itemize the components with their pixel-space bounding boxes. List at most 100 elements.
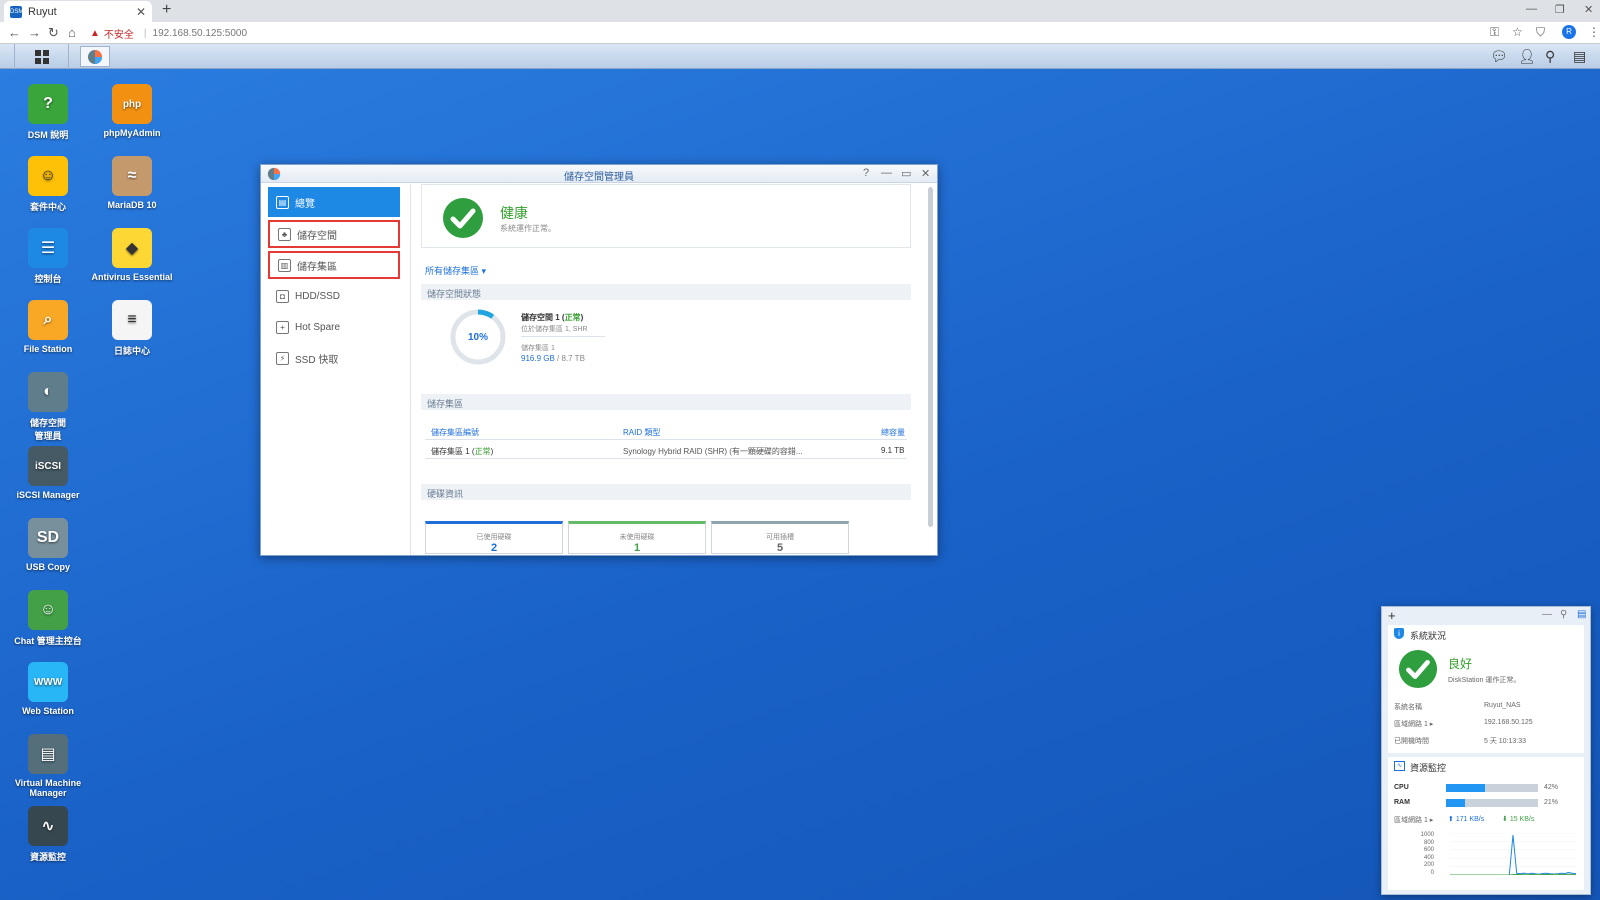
disk-icon: ◘ bbox=[276, 289, 289, 303]
sidebar-item-ssd-cache[interactable]: ⚡ SSD 快取 bbox=[268, 344, 400, 372]
content-scrollbar[interactable] bbox=[928, 187, 933, 527]
menu-dots-icon[interactable]: ⋮ bbox=[1588, 25, 1600, 39]
ram-percent: 21% bbox=[1544, 799, 1559, 806]
extension-icon[interactable]: ⛉ bbox=[1536, 25, 1545, 40]
desktop-icon-label: File Station bbox=[23, 344, 73, 354]
widget-settings-icon[interactable]: ▤ bbox=[1577, 609, 1586, 620]
storage-pool-header: 儲存集區 bbox=[421, 394, 911, 410]
help-icon[interactable]: ? bbox=[863, 167, 869, 179]
volume-used: 916.9 GB bbox=[521, 354, 555, 363]
forward-icon[interactable]: → bbox=[28, 25, 41, 40]
desktop-icon-dsm-help[interactable]: ? DSM 說明 bbox=[6, 84, 90, 141]
sidebar-item-storage-pool[interactable]: ▥ 儲存集區 bbox=[268, 251, 400, 279]
back-icon[interactable]: ← bbox=[8, 25, 21, 40]
desktop-icon-file-station[interactable]: ⌕ File Station bbox=[6, 300, 90, 354]
browser-tab[interactable]: DSM Ruyut ✕ bbox=[4, 1, 152, 22]
new-tab-button[interactable]: + bbox=[162, 1, 171, 19]
address-bar-row: ← → ↻ ⌂ ▲ 不安全 | 192.168.50.125:5000 ⚿ ☆ … bbox=[0, 22, 1600, 44]
desktop-icon-package-center[interactable]: ☺ 套件中心 bbox=[6, 156, 90, 213]
star-icon[interactable]: ☆ bbox=[1512, 25, 1523, 39]
close-icon[interactable]: ✕ bbox=[921, 167, 930, 180]
table-header-capacity[interactable]: 總容量 bbox=[881, 427, 905, 438]
usb-copy-icon: SD bbox=[28, 518, 68, 558]
add-widget-button[interactable]: + bbox=[1388, 608, 1396, 623]
divider bbox=[425, 439, 907, 440]
desktop-icon-web-station[interactable]: WWW Web Station bbox=[6, 662, 90, 716]
row-label: 系統名稱 bbox=[1394, 704, 1422, 711]
desktop-icon-control-panel[interactable]: ☰ 控制台 bbox=[6, 228, 90, 285]
storage-manager-icon bbox=[88, 49, 102, 64]
cpu-label: CPU bbox=[1394, 784, 1409, 791]
pool-filter-dropdown[interactable]: 所有儲存集區 ▾ bbox=[425, 264, 486, 277]
desktop-icon-iscsi[interactable]: iSCSI iSCSI Manager bbox=[6, 446, 90, 500]
desktop-icon-antivirus[interactable]: ◆ Antivirus Essential bbox=[90, 228, 174, 282]
desktop-icon-label: 套件中心 bbox=[29, 202, 66, 212]
table-header-pool-id[interactable]: 儲存集區編號 bbox=[431, 427, 479, 438]
storage-manager-window[interactable]: 儲存空間管理員 ? — ▭ ✕ ▤ 總覽 ♣ 儲存空間 ▥ 儲存集區 ◘ HDD/SSD… bbox=[260, 164, 938, 556]
pin-icon[interactable]: ⚲ bbox=[1560, 609, 1567, 620]
browser-tab-bar: DSM Ruyut ✕ + — ❐ ✕ bbox=[0, 0, 1600, 22]
unused-disks-box: 未使用硬碟 1 bbox=[568, 521, 706, 554]
sidebar-item-volume[interactable]: ♣ 儲存空間 bbox=[268, 220, 400, 248]
taskbar-storage-manager-button[interactable] bbox=[80, 46, 110, 67]
restore-window-icon[interactable]: ❐ bbox=[1555, 3, 1565, 16]
iscsi-icon: iSCSI bbox=[28, 446, 68, 486]
row-value: Ruyut_NAS bbox=[1484, 702, 1521, 709]
window-titlebar[interactable]: 儲存空間管理員 ? — ▭ ✕ bbox=[261, 165, 937, 183]
url-field[interactable]: ▲ 不安全 | 192.168.50.125:5000 bbox=[90, 24, 247, 42]
desktop-icon-label: Manager bbox=[29, 788, 67, 798]
desktop-icon-label: iSCSI Manager bbox=[16, 490, 80, 500]
desktop-icon-label: 管理員 bbox=[34, 431, 62, 441]
key-icon[interactable]: ⚿ bbox=[1490, 25, 1499, 40]
desktop-icon-label: USB Copy bbox=[25, 562, 70, 572]
raid-type-cell: Synology Hybrid RAID (SHR) (有一顆硬碟的容錯... bbox=[623, 447, 803, 456]
arrow-down-icon: ⬇ bbox=[1502, 816, 1508, 823]
widgets-icon[interactable]: ▤ bbox=[1573, 48, 1586, 65]
chevron-down-icon: ▾ bbox=[481, 266, 487, 276]
desktop-icon-storage-manager[interactable]: ◐ 儲存空間 管理員 bbox=[6, 372, 90, 442]
maximize-icon[interactable]: ▭ bbox=[901, 167, 911, 180]
close-window-icon[interactable]: ✕ bbox=[1584, 3, 1593, 16]
desktop-icon-label: 儲存空間 bbox=[29, 418, 66, 428]
row-label: 區域網路 1 ▸ bbox=[1394, 721, 1434, 728]
volume-pool-label: 儲存集區 1 bbox=[521, 345, 555, 352]
system-widget: + — ⚲ ▤ i 系統狀況 良好 DiskStation 運作正常。 系統名稱… bbox=[1381, 606, 1591, 895]
sidebar-item-overview[interactable]: ▤ 總覽 bbox=[268, 187, 400, 217]
sidebar-item-hdd-ssd[interactable]: ◘ HDD/SSD bbox=[268, 282, 400, 310]
reload-icon[interactable]: ↻ bbox=[48, 25, 59, 41]
desktop-icon-label: phpMyAdmin bbox=[103, 128, 161, 138]
desktop-icon-usb-copy[interactable]: SD USB Copy bbox=[6, 518, 90, 572]
table-row[interactable]: 儲存集區 1 (正常) Synology Hybrid RAID (SHR) (… bbox=[425, 443, 907, 459]
desktop-icon-vmm[interactable]: ▤ Virtual Machine Manager bbox=[6, 734, 90, 798]
desktop-icon-mariadb[interactable]: ≈ MariaDB 10 bbox=[90, 156, 174, 210]
minimize-icon[interactable]: — bbox=[881, 167, 892, 179]
volume-name: 儲存空間 1 (正常) bbox=[521, 313, 584, 322]
y-tick-label: 0 bbox=[1430, 869, 1434, 876]
mariadb-icon: ≈ bbox=[112, 156, 152, 196]
table-header-raid-type[interactable]: RAID 類型 bbox=[623, 427, 660, 438]
desktop-icon-resource-monitor[interactable]: ∿ 資源監控 bbox=[6, 806, 90, 863]
dsm-favicon-icon: DSM bbox=[10, 5, 23, 18]
user-icon[interactable]: 👤︎ bbox=[1518, 48, 1536, 65]
cpu-bar-fill bbox=[1446, 784, 1485, 792]
minimize-icon[interactable]: — bbox=[1542, 609, 1552, 620]
warning-icon: ▲ bbox=[90, 27, 100, 39]
sidebar-label: Hot Spare bbox=[295, 321, 341, 333]
desktop-icon-phpmyadmin[interactable]: php phpMyAdmin bbox=[90, 84, 174, 138]
desktop-icon-label: 控制台 bbox=[34, 274, 62, 284]
download-value: 15 KB/s bbox=[1509, 816, 1535, 823]
home-icon[interactable]: ⌂ bbox=[68, 25, 76, 40]
health-card: 健康 系統運作正常。 bbox=[421, 184, 911, 248]
pool-cell: 儲存集區 1 (正常) bbox=[431, 447, 494, 456]
desktop-icon-log-center[interactable]: ≡ 日誌中心 bbox=[90, 300, 174, 357]
desktop-icon-label: Chat 管理主控台 bbox=[14, 636, 82, 646]
sidebar-item-hot-spare[interactable]: + Hot Spare bbox=[268, 313, 400, 341]
notification-icon[interactable]: 💬︎ bbox=[1490, 48, 1508, 65]
main-menu-button[interactable] bbox=[14, 44, 69, 69]
desktop-icon-chat[interactable]: ☺ Chat 管理主控台 bbox=[6, 590, 90, 647]
search-icon[interactable]: ⚲ bbox=[1545, 48, 1555, 65]
minimize-window-icon[interactable]: — bbox=[1526, 3, 1537, 15]
close-tab-icon[interactable]: ✕ bbox=[136, 5, 146, 19]
upload-value: 171 KB/s bbox=[1455, 816, 1485, 823]
profile-avatar[interactable]: R bbox=[1562, 25, 1576, 39]
